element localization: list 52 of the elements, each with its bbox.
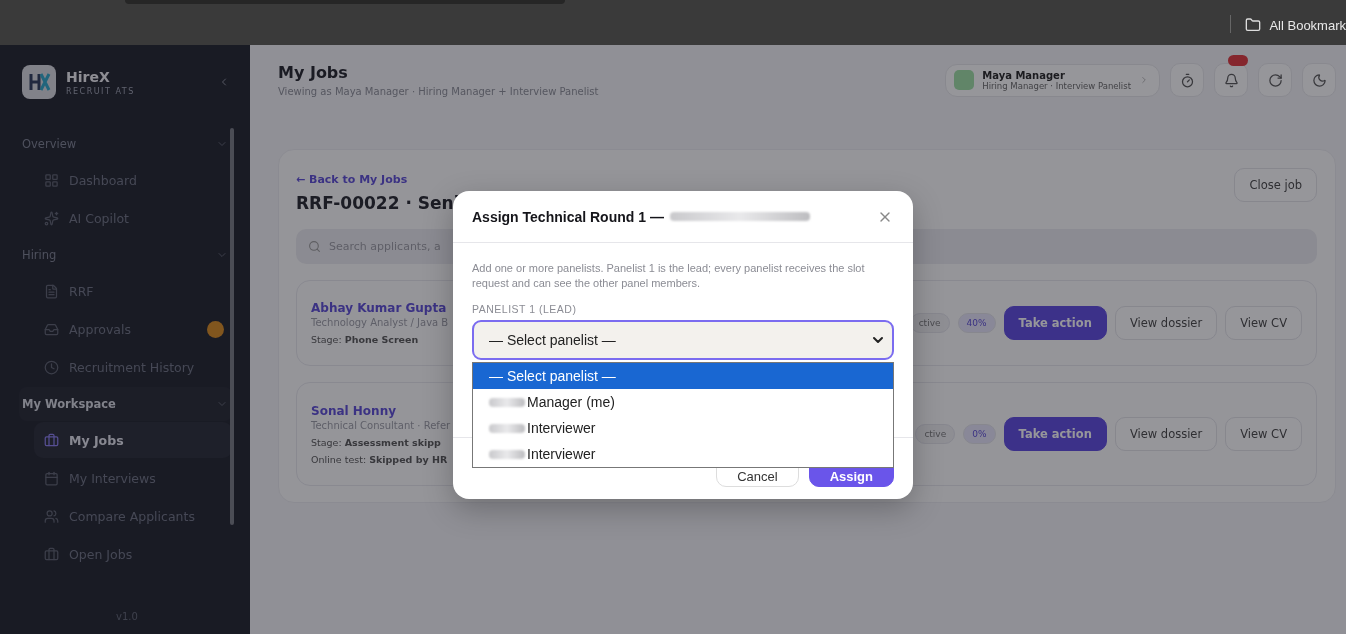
- clock-icon: [44, 359, 59, 375]
- action-button[interactable]: View CV: [1225, 306, 1302, 340]
- calendar-icon: [44, 470, 59, 486]
- briefcase-icon: [44, 546, 59, 562]
- action-button[interactable]: View CV: [1225, 417, 1302, 451]
- bell-icon: [1223, 72, 1239, 88]
- file-icon: [44, 283, 59, 299]
- close-job-button[interactable]: Close job: [1234, 168, 1317, 202]
- user-menu[interactable]: Maya Manager Hiring Manager · Interview Panelist: [945, 63, 1160, 97]
- logo-icon: [22, 65, 56, 99]
- field-label: PANELIST 1 (LEAD): [472, 303, 578, 315]
- action-button[interactable]: Take action: [1003, 306, 1107, 340]
- inbox-icon: [44, 321, 59, 337]
- page-title: My Jobs: [278, 63, 349, 82]
- action-button[interactable]: View dossier: [1114, 417, 1218, 451]
- timer-icon: [1179, 72, 1195, 88]
- panelist-select[interactable]: — Select panelist —: [472, 320, 894, 360]
- sidebar-item[interactable]: My Jobs: [34, 422, 232, 458]
- applicant-stage: Stage: Assessment skipp: [311, 436, 442, 448]
- sidebar-section[interactable]: Hiring: [19, 238, 232, 272]
- avatar-icon: [954, 70, 975, 90]
- scrollbar[interactable]: [230, 128, 234, 525]
- action-button[interactable]: Take action: [1003, 417, 1107, 451]
- refresh-icon: [1267, 72, 1283, 88]
- sidebar-section[interactable]: Overview: [19, 127, 232, 161]
- action-button[interactable]: View dossier: [1114, 306, 1218, 340]
- bookmarks-link[interactable]: All Bookmark: [1269, 18, 1346, 33]
- dialog-description: Add one or more panelists. Panelist 1 is the lead; every panelist receives the slot request and can see the other panel members.: [472, 261, 866, 291]
- theme-button[interactable]: [1302, 63, 1336, 97]
- dialog-title: Assign Technical Round 1 —: [472, 208, 664, 225]
- notifications-button[interactable]: [1214, 63, 1248, 97]
- sparkle-icon: [44, 210, 59, 226]
- users-icon: [44, 508, 59, 524]
- moon-icon: [1311, 72, 1327, 88]
- timer-button[interactable]: [1170, 63, 1204, 97]
- applicant-name[interactable]: Abhay Kumar Gupta: [311, 301, 449, 315]
- back-link[interactable]: ← Back to My Jobs: [296, 173, 408, 186]
- brand-name: HireX: [66, 68, 111, 85]
- brand-tagline: RECRUIT ATS: [66, 86, 135, 96]
- briefcase-icon: [44, 432, 59, 448]
- status-chip: ctive: [915, 424, 956, 444]
- refresh-button[interactable]: [1258, 63, 1292, 97]
- search-icon: [308, 240, 321, 253]
- score-chip: 40%: [957, 313, 996, 333]
- chevron-right-icon: [1139, 75, 1149, 85]
- score-chip: 0%: [963, 424, 996, 444]
- dropdown-option[interactable]: — Select panelist —: [473, 363, 893, 389]
- applicant-name[interactable]: Sonal Honny: [311, 403, 451, 418]
- applicant-note: Online test: Skipped by HR: [311, 453, 449, 465]
- applicant-stage: Stage: Phone Screen: [311, 334, 420, 345]
- grid-icon: [44, 172, 59, 188]
- folder-icon: [1245, 17, 1262, 33]
